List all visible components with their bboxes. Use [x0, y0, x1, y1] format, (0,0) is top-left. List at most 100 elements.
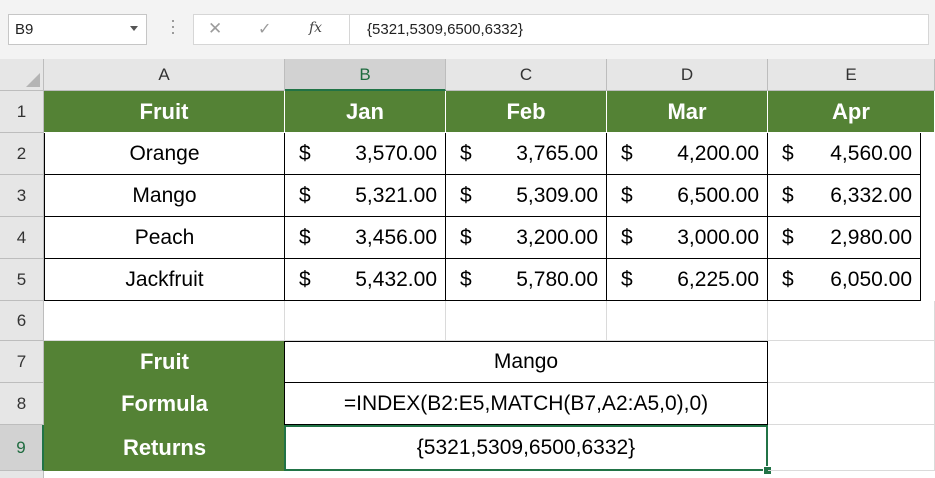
- formula-input[interactable]: {5321,5309,6500,6332}: [349, 14, 929, 45]
- currency-symbol: $: [460, 267, 472, 291]
- row-header-3[interactable]: 3: [0, 175, 44, 217]
- currency-symbol: $: [782, 141, 794, 165]
- amount: 6,050.00: [830, 267, 912, 291]
- value-cell[interactable]: $4,560.00: [768, 133, 921, 175]
- value-cell[interactable]: $3,570.00: [285, 133, 446, 175]
- value-cell[interactable]: $6,500.00: [607, 175, 768, 217]
- row-header-1[interactable]: 1: [0, 91, 44, 133]
- amount: 6,225.00: [677, 267, 759, 291]
- value-cell[interactable]: $5,780.00: [446, 259, 607, 301]
- amount: 5,780.00: [516, 267, 598, 291]
- value-cell[interactable]: $4,200.00: [607, 133, 768, 175]
- formula-bar: B9 ✕ ✓ fx {5321,5309,6500,6332}: [0, 0, 935, 59]
- formula-buttons: ✕ ✓ fx: [193, 14, 349, 45]
- currency-symbol: $: [621, 141, 633, 165]
- column-header-a[interactable]: A: [44, 59, 285, 91]
- fruit-cell-orange[interactable]: Orange: [44, 133, 285, 175]
- value-cell[interactable]: $5,432.00: [285, 259, 446, 301]
- fruit-input-cell[interactable]: Mango: [284, 341, 768, 383]
- amount: 5,309.00: [516, 183, 598, 207]
- amount: 4,200.00: [677, 141, 759, 165]
- currency-symbol: $: [621, 183, 633, 207]
- row-header-4[interactable]: 4: [0, 217, 44, 259]
- row-header-8[interactable]: 8: [0, 383, 44, 425]
- row-header-7[interactable]: 7: [0, 341, 44, 383]
- currency-symbol: $: [299, 141, 311, 165]
- header-cell-apr[interactable]: Apr: [768, 91, 935, 133]
- header-cell-mar[interactable]: Mar: [607, 91, 768, 133]
- returns-cell[interactable]: {5321,5309,6500,6332}: [284, 425, 768, 471]
- empty-cell[interactable]: [768, 383, 935, 425]
- value-cell[interactable]: $6,225.00: [607, 259, 768, 301]
- column-header-d[interactable]: D: [607, 59, 768, 91]
- empty-cell[interactable]: [446, 301, 607, 341]
- amount: 3,765.00: [516, 141, 598, 165]
- value-cell[interactable]: $5,309.00: [446, 175, 607, 217]
- row-header-6[interactable]: 6: [0, 301, 44, 341]
- cancel-icon[interactable]: ✕: [208, 19, 222, 39]
- empty-cell[interactable]: [285, 301, 446, 341]
- column-header-c[interactable]: C: [446, 59, 607, 91]
- empty-cell[interactable]: [768, 301, 935, 341]
- value-cell[interactable]: $3,200.00: [446, 217, 607, 259]
- value-cell[interactable]: $3,765.00: [446, 133, 607, 175]
- amount: 3,000.00: [677, 225, 759, 249]
- fruit-cell-peach[interactable]: Peach: [44, 217, 285, 259]
- empty-cell[interactable]: [44, 301, 285, 341]
- header-cell-jan[interactable]: Jan: [285, 91, 446, 133]
- fruit-cell-jackfruit[interactable]: Jackfruit: [44, 259, 285, 301]
- amount: 4,560.00: [830, 141, 912, 165]
- value-cell[interactable]: $6,050.00: [768, 259, 921, 301]
- empty-cell[interactable]: [768, 425, 935, 471]
- currency-symbol: $: [782, 183, 794, 207]
- amount: 6,500.00: [677, 183, 759, 207]
- value-cell[interactable]: $3,000.00: [607, 217, 768, 259]
- column-header-e[interactable]: E: [768, 59, 935, 91]
- currency-symbol: $: [782, 225, 794, 249]
- fruit-cell-mango[interactable]: Mango: [44, 175, 285, 217]
- amount: 3,456.00: [355, 225, 437, 249]
- worksheet-grid: A B C D E 1 2 3 4 5 6 7 8 9 Fruit Jan Fe…: [0, 59, 935, 478]
- label-cell-formula[interactable]: Formula: [44, 383, 285, 425]
- header-cell-fruit[interactable]: Fruit: [44, 91, 285, 133]
- currency-symbol: $: [299, 183, 311, 207]
- row-header-9[interactable]: 9: [0, 425, 44, 471]
- chevron-down-icon[interactable]: [130, 26, 138, 31]
- row-header-10[interactable]: [0, 471, 44, 478]
- header-cell-feb[interactable]: Feb: [446, 91, 607, 133]
- currency-symbol: $: [460, 225, 472, 249]
- formula-text-cell[interactable]: =INDEX(B2:E5,MATCH(B7,A2:A5,0),0): [284, 383, 768, 425]
- amount: 5,321.00: [355, 183, 437, 207]
- empty-cell[interactable]: [607, 301, 768, 341]
- row-header-2[interactable]: 2: [0, 133, 44, 175]
- value-cell[interactable]: $2,980.00: [768, 217, 921, 259]
- label-cell-fruit[interactable]: Fruit: [44, 341, 285, 383]
- row-header-5[interactable]: 5: [0, 259, 44, 301]
- select-all-corner[interactable]: [0, 59, 44, 91]
- amount: 5,432.00: [355, 267, 437, 291]
- currency-symbol: $: [460, 183, 472, 207]
- name-box[interactable]: B9: [8, 14, 147, 45]
- currency-symbol: $: [460, 141, 472, 165]
- vertical-dots-icon: [172, 20, 174, 38]
- amount: 2,980.00: [830, 225, 912, 249]
- formula-text: {5321,5309,6500,6332}: [367, 21, 523, 38]
- currency-symbol: $: [782, 267, 794, 291]
- amount: 6,332.00: [830, 183, 912, 207]
- name-box-value: B9: [15, 21, 34, 38]
- empty-cell[interactable]: [768, 341, 935, 383]
- currency-symbol: $: [621, 225, 633, 249]
- currency-symbol: $: [621, 267, 633, 291]
- value-cell[interactable]: $5,321.00: [285, 175, 446, 217]
- value-cell[interactable]: $3,456.00: [285, 217, 446, 259]
- currency-symbol: $: [299, 267, 311, 291]
- currency-symbol: $: [299, 225, 311, 249]
- checkmark-icon[interactable]: ✓: [258, 19, 271, 39]
- column-header-b[interactable]: B: [285, 59, 446, 91]
- select-all-triangle-icon: [26, 73, 40, 87]
- insert-function-icon[interactable]: fx: [309, 20, 322, 36]
- amount: 3,200.00: [516, 225, 598, 249]
- amount: 3,570.00: [355, 141, 437, 165]
- label-cell-returns[interactable]: Returns: [44, 425, 285, 471]
- value-cell[interactable]: $6,332.00: [768, 175, 921, 217]
